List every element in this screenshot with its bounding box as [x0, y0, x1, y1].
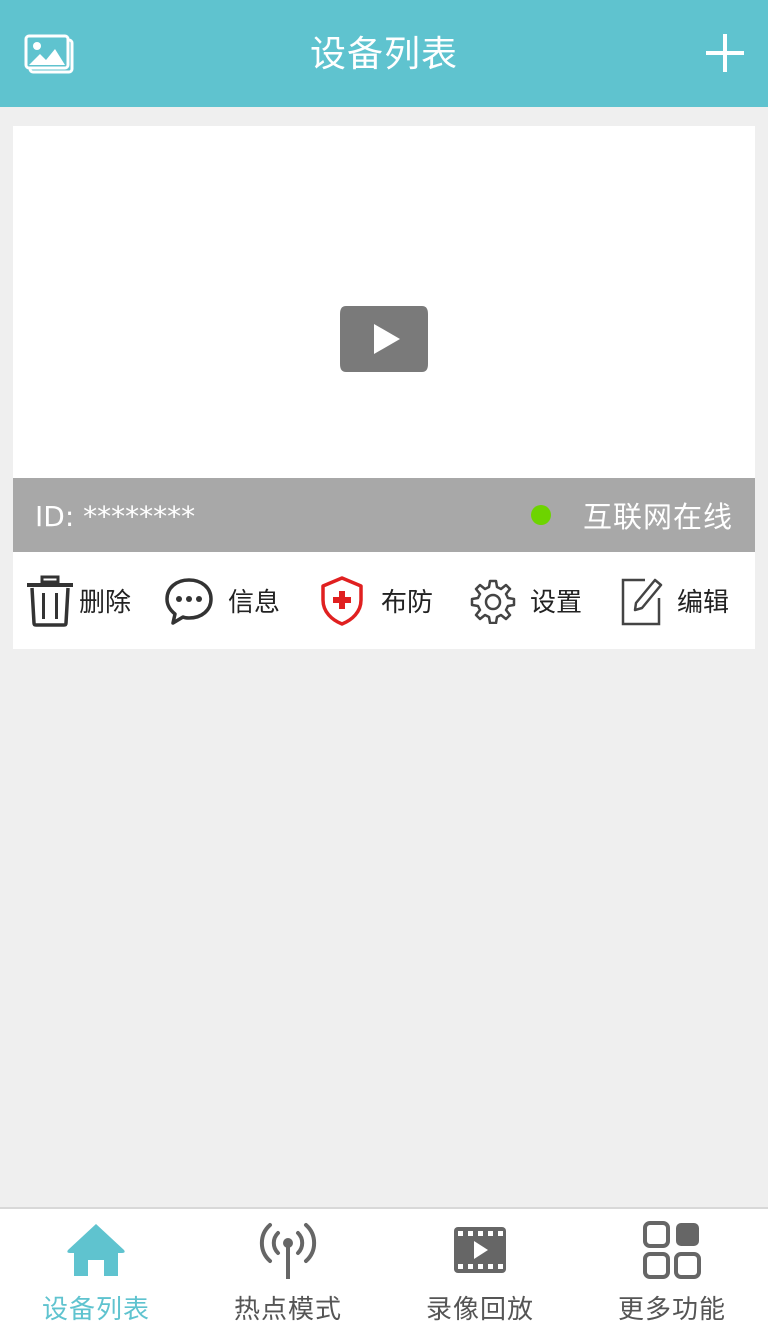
device-info-bar: ID: ******** 互联网在线	[13, 478, 755, 552]
device-card: ID: ******** 互联网在线 删除 信息 布防 设置 编辑	[13, 126, 755, 649]
nav-hotspot-mode[interactable]: 热点模式	[192, 1209, 384, 1324]
play-button[interactable]	[338, 304, 430, 374]
online-status-dot	[531, 505, 551, 525]
info-button[interactable]: 信息	[164, 552, 315, 649]
edit-label: 编辑	[677, 588, 730, 618]
nav-device-list[interactable]: 设备列表	[0, 1209, 192, 1324]
edit-button[interactable]: 编辑	[607, 552, 755, 649]
nav-more-features[interactable]: 更多功能	[576, 1209, 768, 1324]
nav-video-playback-label: 录像回放	[425, 1295, 534, 1324]
add-device-button[interactable]	[704, 32, 746, 74]
video-playback-icon	[448, 1219, 512, 1281]
delete-button[interactable]: 删除	[13, 552, 164, 649]
device-id: ID: ********	[35, 500, 196, 533]
nav-device-list-label: 设备列表	[41, 1295, 150, 1324]
delete-label: 删除	[79, 588, 132, 618]
chat-bubble-icon	[164, 577, 214, 625]
grid-icon	[640, 1219, 704, 1281]
trash-icon	[25, 575, 75, 627]
video-preview[interactable]	[13, 126, 755, 478]
shield-icon	[319, 575, 365, 627]
plus-icon	[706, 34, 744, 72]
arm-button[interactable]: 布防	[315, 552, 466, 649]
nav-more-features-label: 更多功能	[617, 1295, 726, 1324]
app-header: 设备列表	[0, 0, 768, 107]
home-icon	[64, 1219, 128, 1281]
device-status: 互联网在线	[582, 500, 733, 534]
device-actions: 删除 信息 布防 设置 编辑	[13, 552, 755, 649]
info-label: 信息	[228, 588, 281, 618]
bottom-nav: 设备列表 热点模式 录像回放 更多功能	[0, 1207, 768, 1324]
arm-label: 布防	[381, 588, 434, 618]
page-title: 设备列表	[309, 34, 458, 75]
gear-icon	[470, 578, 516, 624]
antenna-icon	[256, 1219, 320, 1281]
settings-label: 设置	[530, 588, 583, 618]
nav-video-playback[interactable]: 录像回放	[384, 1209, 576, 1324]
edit-icon	[619, 576, 663, 626]
play-icon	[340, 306, 428, 372]
settings-button[interactable]: 设置	[466, 552, 607, 649]
nav-hotspot-mode-label: 热点模式	[233, 1295, 342, 1324]
